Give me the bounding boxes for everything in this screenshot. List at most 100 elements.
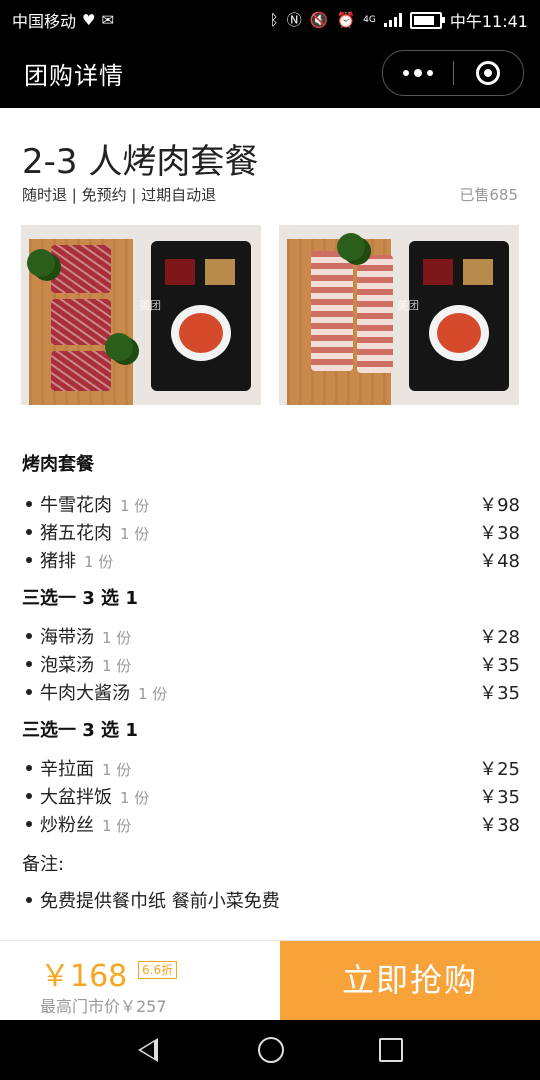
bullet-icon — [26, 897, 32, 903]
meat-slice — [51, 299, 111, 345]
menu-item-name: 泡菜汤 — [40, 655, 94, 676]
back-icon[interactable] — [138, 1038, 158, 1062]
bluetooth-icon: ᛒ — [269, 11, 279, 29]
home-icon[interactable] — [258, 1037, 284, 1063]
menu-item-price: ￥35 — [479, 655, 520, 676]
deal-photo-beef[interactable]: 美团 — [21, 225, 261, 405]
deal-title: 2-3 人烤肉套餐 — [22, 142, 259, 182]
menu-item-qty: 1 份 — [102, 657, 132, 675]
menu-item-price: ￥38 — [479, 815, 520, 836]
menu-section-title: 烤肉套餐 — [22, 454, 94, 475]
more-dots-icon — [426, 69, 433, 76]
menu-item: 牛肉大酱汤 1 份 ￥35 — [22, 680, 520, 708]
menu-item: 泡菜汤 1 份 ￥35 — [22, 652, 520, 680]
buy-now-button[interactable]: 立即抢购 — [280, 941, 540, 1021]
sold-count: 已售685 — [459, 186, 518, 204]
menu-list: 烤肉套餐 牛雪花肉 1 份 ￥98 猪五花肉 1 份 ￥38 猪排 1 份 ￥48 三选一 … — [22, 452, 520, 916]
signal-icon — [383, 13, 402, 27]
menu-section-title: 三选一 3 选 1 — [22, 588, 138, 609]
menu-item-price: ￥48 — [479, 551, 520, 572]
deal-content[interactable]: 2-3 人烤肉套餐 随时退 | 免预约 | 过期自动退 已售685 美团 美团 … — [0, 108, 540, 940]
page-title: 团购详情 — [24, 62, 124, 90]
menu-item: 猪排 1 份 ￥48 — [22, 548, 520, 576]
bullet-icon — [26, 661, 32, 667]
menu-item-name: 辛拉面 — [40, 759, 94, 780]
menu-item-price: ￥38 — [479, 523, 520, 544]
remark-title: 备注: — [22, 854, 65, 875]
menu-item-qty: 1 份 — [120, 789, 150, 807]
network-type-label: 4G — [363, 15, 376, 25]
mail-icon: ✉ — [101, 11, 115, 29]
menu-item-qty: 1 份 — [138, 685, 168, 703]
meat-slice — [51, 351, 111, 391]
menu-item: 海带汤 1 份 ￥28 — [22, 624, 520, 652]
nav-bar: 团购详情 — [0, 36, 540, 108]
bullet-icon — [26, 689, 32, 695]
more-dots-icon — [402, 69, 409, 76]
deal-photo-pork[interactable]: 美团 — [279, 225, 519, 405]
menu-item-name: 牛雪花肉 — [40, 495, 112, 516]
close-button[interactable] — [454, 61, 524, 85]
system-nav-bar — [0, 1020, 540, 1080]
menu-item-price: ￥25 — [479, 759, 520, 780]
bullet-icon — [26, 529, 32, 535]
menu-item: 炒粉丝 1 份 ￥38 — [22, 812, 520, 840]
menu-item-qty: 1 份 — [84, 553, 114, 571]
battery-icon — [409, 11, 445, 29]
recent-apps-icon[interactable] — [379, 1038, 403, 1062]
meat-slice — [51, 245, 111, 293]
alarm-icon: ⏰ — [336, 11, 356, 29]
nfc-icon: Ⓝ — [286, 11, 302, 29]
menu-item-qty: 1 份 — [102, 629, 132, 647]
garnish — [105, 333, 133, 361]
garnish — [337, 233, 365, 261]
heart-monitor-icon: ♥ — [82, 11, 96, 29]
status-bar: 中国移动 ♥ ✉ ᛒ Ⓝ 🔇 ⏰ 4G 中午11:41 — [0, 0, 540, 36]
menu-item-qty: 1 份 — [102, 817, 132, 835]
bullet-icon — [26, 557, 32, 563]
menu-item-qty: 1 份 — [120, 525, 150, 543]
clock-label: 中午11:41 — [449, 12, 528, 31]
bullet-icon — [26, 501, 32, 507]
menu-item: 辛拉面 1 份 ￥25 — [22, 756, 520, 784]
menu-item-name: 大盆拌饭 — [40, 787, 112, 808]
discount-badge: 6.6折 — [138, 961, 178, 979]
purchase-bar: ￥168 6.6折 最高门市价￥257 立即抢购 — [0, 940, 540, 1021]
remark-item: 免费提供餐巾纸 餐前小菜免费 — [22, 888, 520, 916]
menu-item: 牛雪花肉 1 份 ￥98 — [22, 492, 520, 520]
photo-watermark: 美团 — [139, 299, 161, 312]
deal-tags: 随时退 | 免预约 | 过期自动退 — [22, 186, 217, 204]
bullet-icon — [26, 633, 32, 639]
menu-item-qty: 1 份 — [102, 761, 132, 779]
pork-belly-slice — [357, 255, 393, 373]
bullet-icon — [26, 821, 32, 827]
photo-watermark: 美团 — [397, 299, 419, 312]
sauce-tray — [151, 241, 251, 391]
menu-item-price: ￥98 — [479, 495, 520, 516]
menu-item-qty: 1 份 — [120, 497, 150, 515]
menu-item-name: 海带汤 — [40, 627, 94, 648]
menu-item-price: ￥28 — [479, 627, 520, 648]
menu-item: 猪五花肉 1 份 ￥38 — [22, 520, 520, 548]
menu-item: 大盆拌饭 1 份 ￥35 — [22, 784, 520, 812]
menu-item-name: 猪排 — [40, 551, 76, 572]
remark-text: 免费提供餐巾纸 餐前小菜免费 — [40, 891, 280, 912]
carrier-label: 中国移动 — [12, 12, 77, 31]
menu-item-name: 炒粉丝 — [40, 815, 94, 836]
market-price: 最高门市价￥257 — [40, 997, 167, 1016]
garnish — [27, 249, 55, 277]
pork-belly-slice — [311, 251, 353, 371]
mute-icon: 🔇 — [309, 11, 329, 29]
bullet-icon — [26, 793, 32, 799]
menu-section-title: 三选一 3 选 1 — [22, 720, 138, 741]
sauce-tray — [409, 241, 509, 391]
mini-program-capsule — [382, 50, 524, 96]
menu-item-name: 牛肉大酱汤 — [40, 683, 130, 704]
deal-price: ￥168 — [40, 959, 128, 994]
more-button[interactable] — [383, 68, 453, 77]
menu-item-price: ￥35 — [479, 787, 520, 808]
bullet-icon — [26, 765, 32, 771]
menu-item-name: 猪五花肉 — [40, 523, 112, 544]
target-close-icon — [476, 61, 501, 85]
menu-item-price: ￥35 — [479, 683, 520, 704]
